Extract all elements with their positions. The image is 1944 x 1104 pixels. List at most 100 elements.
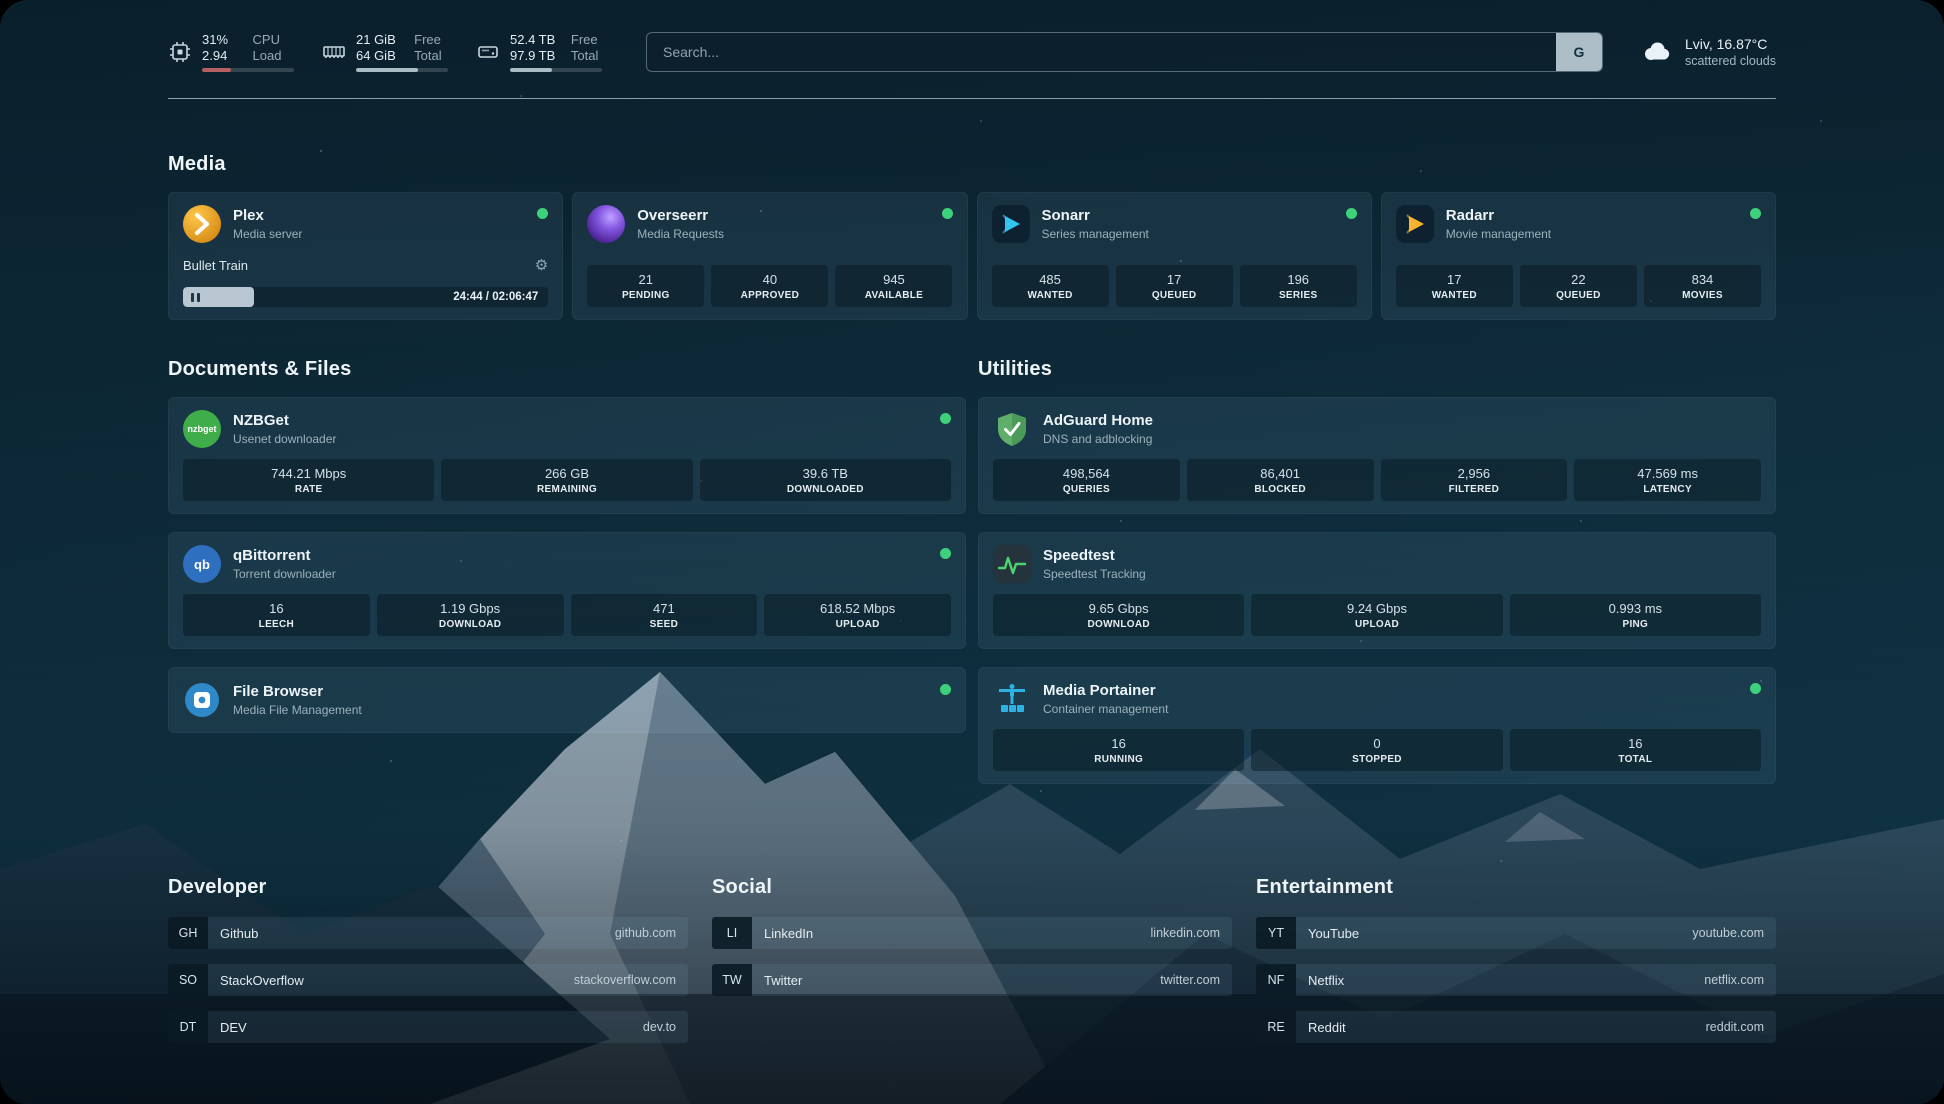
plex-player[interactable]: 24:44 / 02:06:47 <box>183 287 548 307</box>
bookmark-reddit[interactable]: RE Reddit reddit.com <box>1256 1011 1776 1043</box>
overseerr-icon <box>587 205 625 243</box>
disk-total: 97.9 TB <box>510 48 559 63</box>
service-name: Overseerr <box>637 207 929 225</box>
bookmark-name: DEV <box>220 1020 247 1035</box>
stat-box: 618.52 Mbps UPLOAD <box>764 594 951 636</box>
stat-value: 485 <box>996 272 1105 288</box>
status-dot <box>537 208 548 219</box>
service-subtitle: Media File Management <box>233 703 928 717</box>
stat-value: 9.65 Gbps <box>997 601 1240 617</box>
service-card-plex[interactable]: Plex Media server Bullet Train ⚙ 24:44 /… <box>168 192 563 320</box>
bookmark-youtube[interactable]: YT YouTube youtube.com <box>1256 917 1776 949</box>
service-card-adguard[interactable]: AdGuard Home DNS and adblocking 498,564 … <box>978 397 1776 514</box>
stat-label: RATE <box>187 484 430 495</box>
bookmark-linkedin[interactable]: LI LinkedIn linkedin.com <box>712 917 1232 949</box>
bookmarks-entertainment: Entertainment YT YouTube youtube.com NF … <box>1256 836 1776 1058</box>
stat-label: QUEUED <box>1524 290 1633 301</box>
bookmark-abbr: SO <box>168 964 208 996</box>
playback-time: 24:44 / 02:06:47 <box>453 291 538 303</box>
stat-box: 17 WANTED <box>1396 265 1513 307</box>
disk-label-bottom: Total <box>571 48 602 63</box>
documents-column: Documents & Files nzbget NZBGet Usenet d… <box>168 314 966 802</box>
status-dot <box>1750 683 1761 694</box>
cloud-icon <box>1639 39 1673 65</box>
bookmark-abbr: LI <box>712 917 752 949</box>
radarr-icon <box>1396 205 1434 243</box>
service-card-nzbget[interactable]: nzbget NZBGet Usenet downloader 744.21 M… <box>168 397 966 514</box>
service-card-radarr[interactable]: Radarr Movie management 17 WANTED 22 QUE… <box>1381 192 1776 320</box>
stat-label: PING <box>1514 619 1757 630</box>
status-dot <box>1346 208 1357 219</box>
pause-button[interactable] <box>191 293 200 302</box>
stat-label: DOWNLOADED <box>704 484 947 495</box>
stat-box: 16 TOTAL <box>1510 729 1761 771</box>
service-name: Plex <box>233 207 525 225</box>
bookmark-abbr: DT <box>168 1011 208 1043</box>
bookmark-dev[interactable]: DT DEV dev.to <box>168 1011 688 1043</box>
bookmark-abbr: YT <box>1256 917 1296 949</box>
dashboard: 31% CPU 2.94 Load <box>0 0 1944 1104</box>
service-name: Speedtest <box>1043 547 1761 565</box>
bookmark-domain: github.com <box>615 926 676 940</box>
speedtest-icon <box>993 545 1031 583</box>
bookmark-abbr: RE <box>1256 1011 1296 1043</box>
stat-label: QUERIES <box>997 484 1176 495</box>
disk-icon <box>476 40 500 64</box>
bookmarks-developer: Developer GH Github github.com SO StackO… <box>168 836 688 1058</box>
stat-label: DOWNLOAD <box>381 619 560 630</box>
gear-icon[interactable]: ⚙ <box>535 256 548 274</box>
stat-label: MOVIES <box>1648 290 1757 301</box>
disk-bar <box>510 68 602 72</box>
stat-label: UPLOAD <box>1255 619 1498 630</box>
bookmark-domain: netflix.com <box>1704 973 1764 987</box>
bookmark-abbr: NF <box>1256 964 1296 996</box>
service-card-overseerr[interactable]: Overseerr Media Requests 21 PENDING 40 A… <box>572 192 967 320</box>
stat-label: TOTAL <box>1514 754 1757 765</box>
section-title-documents: Documents & Files <box>168 358 966 381</box>
search-provider-button[interactable]: G <box>1556 33 1602 71</box>
stat-box: 47.569 ms LATENCY <box>1574 459 1761 501</box>
bookmark-name: LinkedIn <box>764 926 813 941</box>
disk-label-top: Free <box>571 32 602 47</box>
stat-label: SERIES <box>1244 290 1353 301</box>
service-name: File Browser <box>233 683 928 701</box>
bookmark-name: StackOverflow <box>220 973 304 988</box>
disk-free: 52.4 TB <box>510 32 559 47</box>
bookmark-github[interactable]: GH Github github.com <box>168 917 688 949</box>
cpu-bar <box>202 68 294 72</box>
bookmark-stackoverflow[interactable]: SO StackOverflow stackoverflow.com <box>168 964 688 996</box>
bookmark-netflix[interactable]: NF Netflix netflix.com <box>1256 964 1776 996</box>
service-name: Sonarr <box>1042 207 1334 225</box>
section-title-media: Media <box>168 153 1776 176</box>
bookmark-twitter[interactable]: TW Twitter twitter.com <box>712 964 1232 996</box>
stat-label: DOWNLOAD <box>997 619 1240 630</box>
plex-icon <box>183 205 221 243</box>
stat-value: 16 <box>997 736 1240 752</box>
sonarr-icon <box>992 205 1030 243</box>
service-card-sonarr[interactable]: Sonarr Series management 485 WANTED 17 Q… <box>977 192 1372 320</box>
status-dot <box>942 208 953 219</box>
service-card-filebrowser[interactable]: File Browser Media File Management <box>168 667 966 733</box>
service-card-portainer[interactable]: Media Portainer Container management 16 … <box>978 667 1776 784</box>
stat-value: 47.569 ms <box>1578 466 1757 482</box>
service-subtitle: Media Requests <box>637 227 929 241</box>
stat-value: 0 <box>1255 736 1498 752</box>
memory-total: 64 GiB <box>356 48 402 63</box>
stat-label: LEECH <box>187 619 366 630</box>
search-bar: G <box>646 32 1603 72</box>
stat-value: 17 <box>1120 272 1229 288</box>
service-name: AdGuard Home <box>1043 412 1761 430</box>
bookmark-name: Netflix <box>1308 973 1344 988</box>
cpu-icon <box>168 40 192 64</box>
search-input[interactable] <box>647 33 1556 71</box>
section-title-social: Social <box>712 876 1232 899</box>
stat-box: 0.993 ms PING <box>1510 594 1761 636</box>
service-card-qbittorrent[interactable]: qb qBittorrent Torrent downloader 16 LEE… <box>168 532 966 649</box>
stat-value: 9.24 Gbps <box>1255 601 1498 617</box>
bookmark-name: Twitter <box>764 973 802 988</box>
memory-label-bottom: Total <box>414 48 448 63</box>
service-card-speedtest[interactable]: Speedtest Speedtest Tracking 9.65 Gbps D… <box>978 532 1776 649</box>
bookmark-domain: linkedin.com <box>1151 926 1220 940</box>
service-subtitle: Media server <box>233 227 525 241</box>
status-dot <box>940 684 951 695</box>
